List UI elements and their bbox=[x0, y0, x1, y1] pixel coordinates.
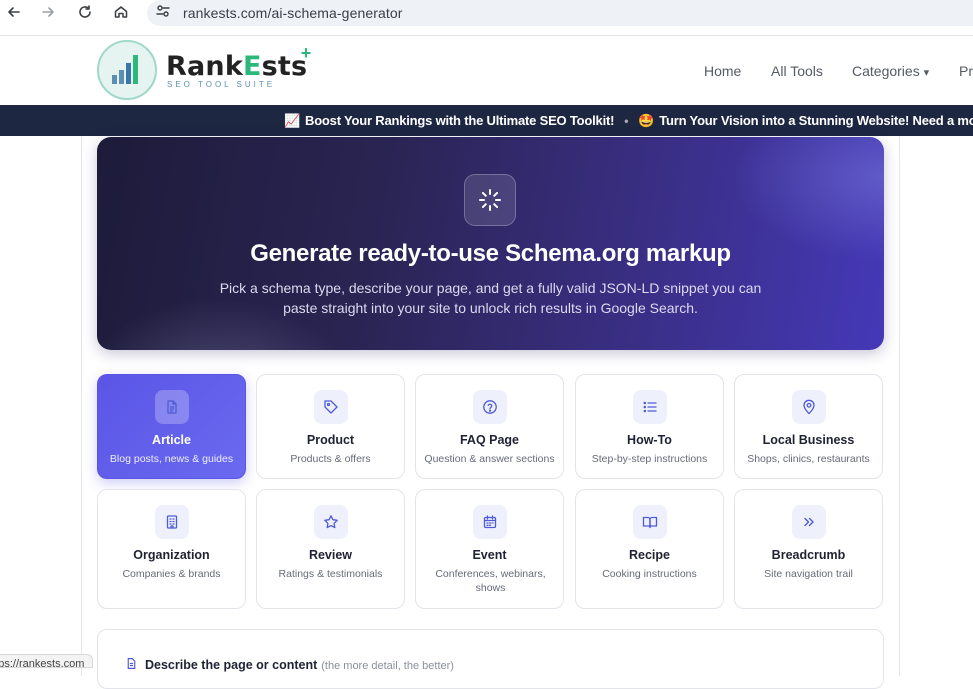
starstruck-emoji-icon: 🤩 bbox=[638, 112, 655, 128]
card-title: Breadcrumb bbox=[771, 548, 846, 562]
card-title: Recipe bbox=[629, 548, 670, 562]
card-title: Event bbox=[472, 548, 507, 562]
card-title: Organization bbox=[133, 548, 210, 562]
star-icon bbox=[314, 505, 348, 539]
nav-all-tools[interactable]: All Tools bbox=[771, 63, 823, 79]
building-icon bbox=[155, 505, 189, 539]
card-desc: Site navigation trail bbox=[764, 568, 853, 580]
loader-icon bbox=[464, 174, 516, 226]
card-desc: Question & answer sections bbox=[424, 453, 555, 465]
schema-card-faq[interactable]: FAQ Page Question & answer sections bbox=[415, 374, 564, 479]
site-header: RankEsts + SEO TOOL SUITE Home All Tools… bbox=[0, 37, 973, 103]
logo[interactable]: RankEsts + SEO TOOL SUITE bbox=[97, 40, 311, 100]
nav-home[interactable]: Home bbox=[704, 63, 741, 79]
home-icon[interactable] bbox=[107, 0, 135, 24]
reload-icon[interactable] bbox=[71, 0, 99, 24]
chevrons-right-icon bbox=[792, 505, 826, 539]
map-pin-icon bbox=[792, 390, 826, 424]
card-desc: Shops, clinics, restaurants bbox=[747, 453, 870, 465]
card-title: How-To bbox=[627, 433, 672, 447]
card-desc: Cooking instructions bbox=[602, 568, 697, 580]
card-title: Review bbox=[308, 548, 353, 562]
schema-card-review[interactable]: Review Ratings & testimonials bbox=[256, 489, 405, 609]
card-desc: Conferences, webinars, shows bbox=[435, 568, 546, 594]
schema-card-organization[interactable]: Organization Companies & brands bbox=[97, 489, 246, 609]
card-desc: Blog posts, news & guides bbox=[109, 453, 234, 465]
url-text[interactable]: rankests.com/ai-schema-generator bbox=[183, 5, 403, 21]
hero-subtitle: Pick a schema type, describe your page, … bbox=[219, 280, 762, 316]
tag-icon bbox=[314, 390, 348, 424]
schema-card-event[interactable]: Event Conferences, webinars, shows bbox=[415, 489, 564, 609]
card-title: FAQ Page bbox=[459, 433, 520, 447]
hero-title: Generate ready-to-use Schema.org markup bbox=[250, 240, 731, 267]
describe-label: Describe the page or content (the more de… bbox=[127, 658, 454, 672]
card-title: Product bbox=[306, 433, 355, 447]
site-settings-icon[interactable] bbox=[155, 3, 171, 24]
nav-more[interactable]: Pr bbox=[959, 63, 973, 79]
logo-name: RankEsts bbox=[166, 51, 308, 82]
describe-panel: Describe the page or content (the more de… bbox=[97, 629, 884, 689]
chevron-down-icon: ▾ bbox=[923, 67, 930, 79]
question-circle-icon bbox=[473, 390, 507, 424]
ticker-item[interactable]: Turn Your Vision into a Stunning Website… bbox=[659, 113, 973, 128]
back-icon[interactable] bbox=[0, 0, 28, 24]
card-title: Local Business bbox=[762, 433, 855, 447]
schema-card-howto[interactable]: How-To Step-by-step instructions bbox=[575, 374, 724, 479]
card-desc: Companies & brands bbox=[122, 568, 221, 580]
forward-icon[interactable] bbox=[34, 0, 62, 24]
book-open-icon bbox=[633, 505, 667, 539]
schema-card-local-business[interactable]: Local Business Shops, clinics, restauran… bbox=[734, 374, 883, 479]
ticker-separator: • bbox=[624, 113, 629, 128]
document-icon bbox=[155, 390, 189, 424]
card-desc: Step-by-step instructions bbox=[591, 453, 708, 465]
address-bar[interactable]: rankests.com/ai-schema-generator bbox=[147, 0, 973, 26]
schema-card-recipe[interactable]: Recipe Cooking instructions bbox=[575, 489, 724, 609]
schema-card-breadcrumb[interactable]: Breadcrumb Site navigation trail bbox=[734, 489, 883, 609]
browser-toolbar: rankests.com/ai-schema-generator bbox=[0, 0, 973, 36]
describe-hint: (the more detail, the better) bbox=[321, 660, 454, 672]
schema-card-article[interactable]: Article Blog posts, news & guides bbox=[97, 374, 246, 479]
nav-categories[interactable]: Categories ▾ bbox=[852, 63, 929, 79]
card-desc: Products & offers bbox=[290, 453, 371, 465]
hero-banner: Generate ready-to-use Schema.org markup … bbox=[97, 137, 884, 350]
chart-emoji-icon: 📈 bbox=[284, 112, 300, 128]
ticker-item[interactable]: Boost Your Rankings with the Ultimate SE… bbox=[305, 113, 614, 128]
list-icon bbox=[633, 390, 667, 424]
card-desc: Ratings & testimonials bbox=[278, 568, 383, 580]
file-text-icon bbox=[125, 657, 138, 673]
schema-card-product[interactable]: Product Products & offers bbox=[256, 374, 405, 479]
logo-chart-icon bbox=[97, 40, 157, 100]
card-title: Article bbox=[152, 433, 191, 447]
logo-plus-icon: + bbox=[300, 43, 312, 63]
calendar-icon bbox=[473, 505, 507, 539]
announcement-ticker: 📈 Boost Your Rankings with the Ultimate … bbox=[0, 105, 973, 136]
